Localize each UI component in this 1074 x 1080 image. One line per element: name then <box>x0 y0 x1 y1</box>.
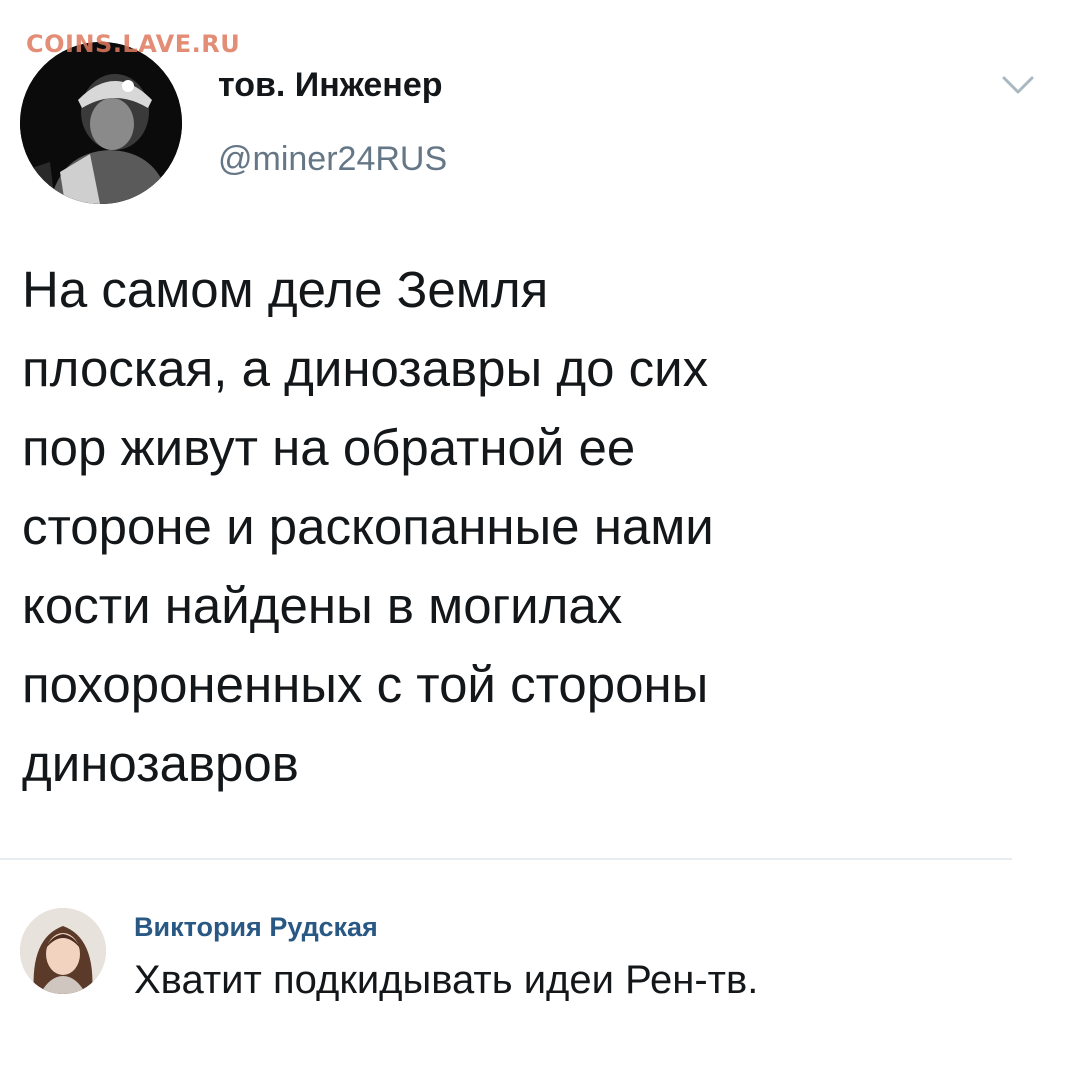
divider <box>0 858 1012 860</box>
watermark: COINS.LAVE.RU <box>26 30 241 58</box>
author-handle[interactable]: @miner24RUS <box>218 140 447 179</box>
chevron-down-icon[interactable] <box>998 70 1038 100</box>
avatar-image <box>20 908 106 994</box>
comment-author-avatar[interactable] <box>20 908 106 994</box>
comment-text: Хватит подкидывать идеи Рен-тв. <box>134 958 759 1002</box>
tweet-text: На самом деле Земля плоская, а динозавры… <box>22 250 1002 803</box>
tweet-text-line: кости найдены в могилах <box>22 577 623 634</box>
tweet-text-line: На самом деле Земля <box>22 261 549 318</box>
avatar-image <box>20 42 182 204</box>
tweet-text-line: стороне и раскопанные нами <box>22 498 714 555</box>
author-display-name[interactable]: тов. Инженер <box>218 66 443 105</box>
tweet-author-avatar[interactable] <box>20 42 182 204</box>
tweet-text-line: плоская, а динозавры до сих <box>22 340 709 397</box>
tweet-text-line: похороненных с той стороны <box>22 656 709 713</box>
tweet-text-line: динозавров <box>22 735 299 792</box>
tweet-text-line: пор живут на обратной ее <box>22 419 636 476</box>
comment-author-name[interactable]: Виктория Рудская <box>134 912 378 943</box>
